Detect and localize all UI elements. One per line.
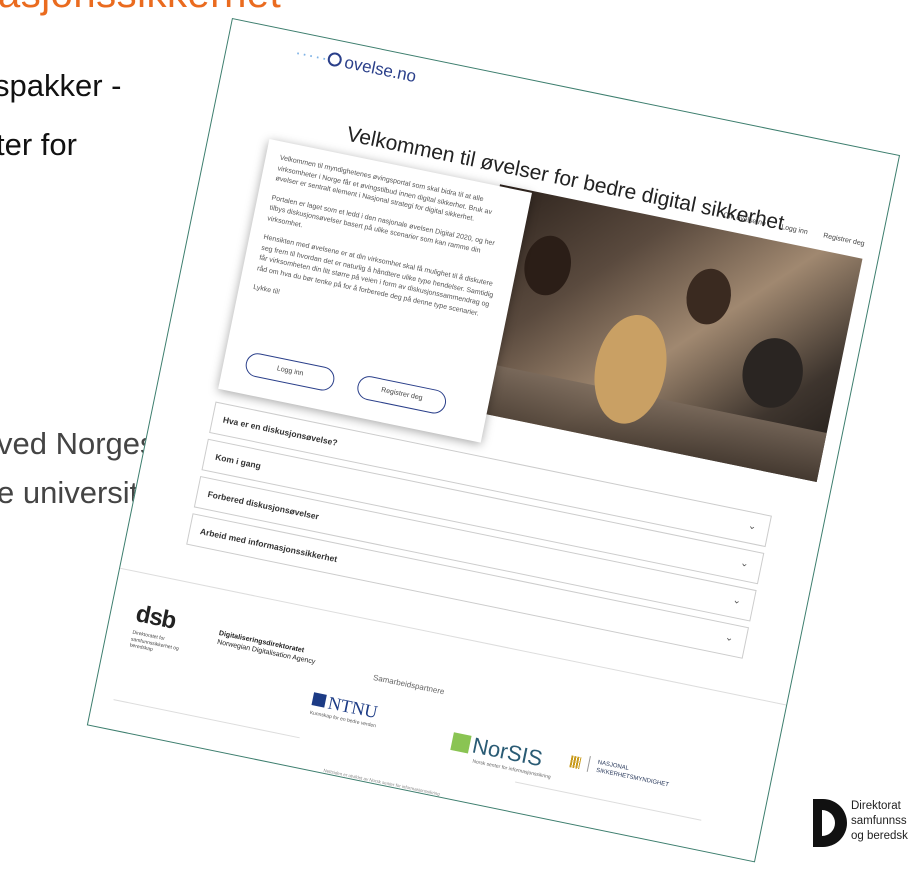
slide-text-line-3: ved Norges [0,426,156,461]
footer-dsb-logo[interactable]: dsb Direktoratet for samfunnssikkerhet o… [129,600,198,661]
dsb-corner-line-1: Direktorat [851,800,901,812]
nsm-separator [586,756,591,772]
slide-text-line-1: spakker - [0,68,122,103]
norsis-key-icon [450,732,472,754]
logo-ring-icon [326,51,344,68]
partners-heading: Samarbeidspartnere [372,672,446,697]
footer-ntnu-logo[interactable]: NTNU Kunnskap for en bedre verden [309,689,380,729]
slide-title-fragment: asjonssikkerhet [0,0,281,17]
login-button[interactable]: Logg inn [243,351,337,393]
footer-note: Nettsiden er utviklet av Norsk senter fo… [323,767,441,797]
dsb-corner-line-2: samfunnss [851,815,907,827]
dsb-corner-logo: Direktorat samfunnss og beredsk [813,799,923,859]
photo-person-2 [681,264,736,329]
accordion-label: Kom i gang [214,451,262,471]
nsm-line-2: SIKKERHETSMYNDIGHET [595,767,670,789]
nav-register-link[interactable]: Registrer deg [823,232,866,247]
footer-norsis-logo[interactable]: NorSIS Norsk senter for informasjonssikr… [448,728,556,781]
footer-rule-right [515,781,702,821]
logo-dots: ····· [293,42,331,68]
website-screenshot: ····· ovelse.no Om ovelse.no Logg inn Reg… [86,18,901,863]
dsb-corner-text: Direktorat samfunnss og beredsk [851,799,908,844]
photo-person-1 [519,231,577,300]
accordion-label: Hva er en diskusjonsøvelse? [222,414,339,448]
chevron-down-icon: ⌄ [739,557,750,570]
footer-digdir-logo[interactable]: Digitaliseringsdirektoratet Norwegian Di… [216,629,318,667]
footer-rule-left [113,699,300,739]
ntnu-square-icon [311,692,327,708]
photo-person-3 [736,332,810,414]
register-button[interactable]: Registrer deg [355,374,449,416]
logo-text: ovelse.no [342,52,418,87]
slide-text-line-2: ter for [0,127,77,162]
nsm-emblem-icon [569,755,582,770]
chevron-down-icon: ⌄ [731,594,743,608]
site-logo[interactable]: ····· ovelse.no [293,43,418,87]
chevron-down-icon: ⌄ [746,520,758,533]
dsb-d-icon [813,799,847,847]
chevron-down-icon: ⌄ [724,631,735,645]
accordion-label: Forbered diskusjonsøvelser [206,488,320,522]
nav-login-link[interactable]: Logg inn [781,224,809,236]
intro-card: Velkommen til myndighetenes øvingsportal… [218,138,532,443]
dsb-corner-line-3: og beredsk [851,830,908,842]
footer-nsm-logo[interactable]: NASJONAL SIKKERHETSMYNDIGHET [569,752,671,789]
